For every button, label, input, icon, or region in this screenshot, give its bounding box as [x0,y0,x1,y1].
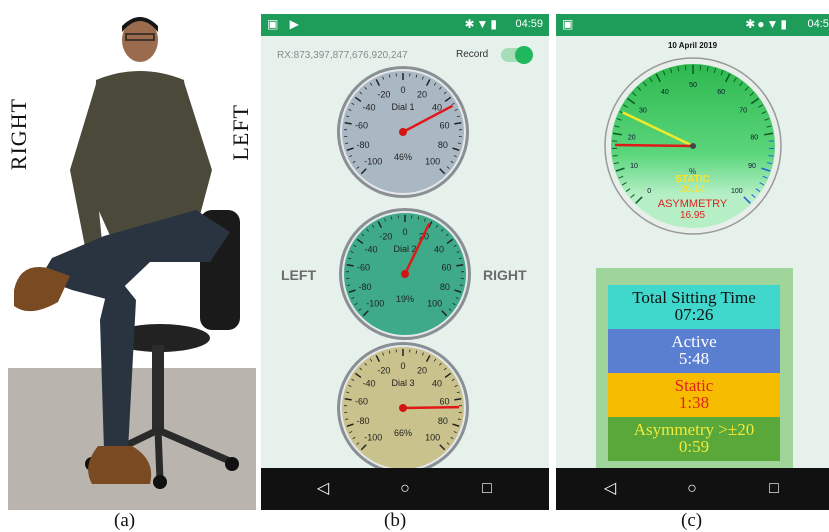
recents-icon[interactable]: □ [475,478,499,500]
dial-tick-label: 0 [402,227,407,237]
back-icon[interactable]: ◁ [311,478,335,500]
dial-tick-label: 80 [438,416,448,426]
dial-tick-label: -20 [379,232,392,242]
dial-tick-label: -60 [355,120,368,130]
dial-tick-label: -100 [364,157,382,167]
dial-tick-label: 100 [425,157,440,167]
summary-asymmetry: Asymmetry >±20 0:59 [608,417,780,461]
panel-a-photo: RIGHT LEFT (a) [0,0,256,531]
summary-label: Active [671,332,717,351]
nav-bar: ◁ ○ □ [261,468,549,510]
dial-tick-label: -100 [364,433,382,443]
home-icon[interactable]: ○ [393,478,417,500]
dial-tick-label: 0 [400,85,405,95]
summary-total-sitting: Total Sitting Time 07:26 [608,285,780,329]
dial-hub [399,128,407,136]
dial-tick-label: -100 [366,299,384,309]
dial-tick-label: 100 [425,433,440,443]
recents-icon[interactable]: □ [762,478,786,500]
dial-2: -20020-4040-6060-8080-100100Dial 219% [339,208,471,340]
caption-b: (b) [384,510,407,531]
dial-tick-label: -40 [365,244,378,254]
dial-tick-label: 100 [427,299,442,309]
dial-tick-label: 80 [438,140,448,150]
gauge-tick-label: 60 [717,89,725,96]
dial-title: Dial 1 [391,102,414,112]
dial-tick-label: -80 [357,416,370,426]
dial-tick-label: -20 [377,366,390,376]
dial-percent: 19% [396,294,414,304]
summary-active: Active 5:48 [608,329,780,373]
dial-percent: 46% [394,152,412,162]
dial-1: -20 0 20-40 40-60 60-80 80-100 100Dial 146% [337,66,469,198]
summary-value: 5:48 [678,349,710,368]
gauge-tick-label: 70 [739,108,747,115]
summary-label: Static [674,376,714,395]
dial-tick-label: -80 [357,140,370,150]
back-icon[interactable]: ◁ [598,478,622,500]
dial-3: -20 0 20 -40 40 -60 60 -80 80 -100 100 Dial 3 66% [337,342,469,468]
dial-tick-label: -60 [357,262,370,272]
dial-title: Dial 3 [391,378,414,388]
summary-label: Asymmetry >±20 [633,420,755,439]
gauge-tick [612,155,618,157]
dial-tick-label: -60 [355,396,368,406]
dial-tick-label: 20 [417,90,427,100]
asymmetry-label: ASYMMETRY [657,198,728,210]
home-icon[interactable]: ○ [680,478,704,500]
dial-needle [402,405,460,410]
gauge-tick-label: 50 [689,82,697,89]
caption-a: (a) [114,510,136,531]
dials-area: -20 0 20 -40 40 -60 60 -80 80 -100 100 Dial 1 46% -20… [337,66,471,468]
dial-tick-label: -40 [363,378,376,388]
static-value: 26.14 [679,184,706,195]
person-photo [8,17,256,510]
gauge-tick-label: 40 [661,89,669,96]
summary-static: Static 1:38 [608,373,780,417]
nav-bar: ◁ ○ □ [556,468,829,510]
phone-b-screen: ▣ ▶ ✱▼▮ 04:59 RX:873,397,877,676,920,247… [261,14,549,510]
summary-value: 1:38 [678,393,710,412]
caption-c: (c) [681,510,703,531]
dial-tick-label: 40 [434,244,444,254]
gauge-hub [690,143,696,149]
dial-tick-label: -40 [363,102,376,112]
dial-percent: 66% [394,428,412,438]
side-left-label: LEFT [281,267,316,283]
side-right-label: RIGHT [483,267,527,283]
gauge-tick-label: 80 [750,134,758,141]
gauge-tick [768,155,774,157]
summary-label: Total Sitting Time [632,288,756,307]
summary-value: 0:59 [678,437,710,456]
dial-tick-label: 60 [439,120,449,130]
dial-title: Dial 2 [393,244,416,254]
phone-c-screen: ▣ ✱●▼▮ 04:59 10 April 2019 1020304050607… [556,14,829,510]
dial-tick-label: 80 [440,282,450,292]
gauge-tick-label: 30 [639,108,647,115]
dial-hub [399,404,407,412]
summary-panel: Total Sitting Time 07:26 Active 5:48 Sta… [596,268,793,470]
dial-tick-label: 40 [432,378,442,388]
asymmetry-value: 16.95 [679,210,706,221]
dial-tick-label: 60 [441,262,451,272]
dial-tick-label: 0 [400,361,405,371]
dial-hub [401,270,409,278]
dial-tick-label: 20 [417,366,427,376]
gauge-tick-label: 20 [628,134,636,141]
dial-tick-label: -20 [377,90,390,100]
dial-tick-label: 60 [439,396,449,406]
dial-tick-label: -80 [359,282,372,292]
summary-value: 07:26 [674,305,714,324]
gauge-needle-asymmetry [614,143,694,148]
